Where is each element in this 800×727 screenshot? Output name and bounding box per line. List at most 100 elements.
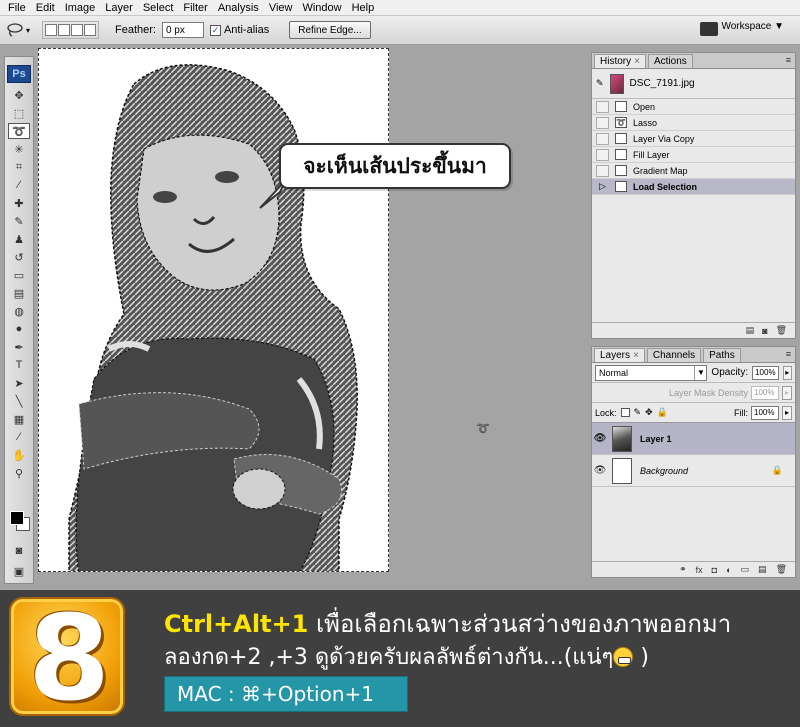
history-brush-source-box[interactable] <box>596 164 609 177</box>
fill-slider-button[interactable]: ▸ <box>782 405 792 420</box>
lasso-tool-icon[interactable]: ➰ <box>8 123 30 139</box>
new-document-icon[interactable]: ▤ <box>746 325 755 336</box>
lock-transparency-icon[interactable] <box>620 408 630 417</box>
healing-brush-tool-icon[interactable]: ✚ <box>8 195 30 211</box>
history-brush-source-box[interactable] <box>596 148 609 161</box>
history-step[interactable]: Gradient Map <box>592 163 795 179</box>
tab-layers[interactable]: Layers × <box>594 348 645 362</box>
hand-tool-icon[interactable]: ✋ <box>8 447 30 463</box>
lock-position-icon[interactable]: ✥ <box>645 407 653 418</box>
mask-density-row: Layer Mask Density 100% ▸ <box>592 383 795 403</box>
new-selection-icon[interactable] <box>45 24 57 36</box>
eraser-tool-icon[interactable]: ▭ <box>8 267 30 283</box>
lock-all-icon[interactable]: 🔒 <box>657 407 668 418</box>
eye-icon[interactable]: 👁 <box>592 433 608 444</box>
bridge-icon[interactable] <box>700 22 718 36</box>
gradient-tool-icon[interactable]: ▤ <box>8 285 30 301</box>
mask-density-label: Layer Mask Density <box>668 387 748 398</box>
layer-row[interactable]: 👁 Background 🔒 <box>592 455 795 487</box>
layer-style-icon[interactable]: fx <box>696 565 703 575</box>
marquee-tool-icon[interactable]: ⬚ <box>8 105 30 121</box>
tab-history[interactable]: History × <box>594 54 646 68</box>
mac-shortcut-text: MAC : ⌘+Option+1 <box>177 682 374 706</box>
document-canvas[interactable] <box>38 48 389 572</box>
eyedropper-tool-icon[interactable]: ⁄ <box>8 177 30 193</box>
antialias-checkbox[interactable]: ✓ <box>209 24 221 36</box>
tool-preset-picker[interactable]: ▾ <box>6 20 36 40</box>
notes-tool-icon[interactable]: ▦ <box>8 411 30 427</box>
opacity-slider-button[interactable]: ▸ <box>782 365 792 380</box>
history-step[interactable]: Layer Via Copy <box>592 131 795 147</box>
add-selection-icon[interactable] <box>58 24 70 36</box>
feather-input[interactable] <box>161 22 204 38</box>
quick-mask-icon[interactable]: ◙ <box>8 543 30 559</box>
blend-mode-select[interactable]: Normal ▼ <box>595 364 708 381</box>
camera-icon[interactable]: ◙ <box>762 326 767 336</box>
menu-filter[interactable]: Filter <box>179 2 213 14</box>
close-icon[interactable]: × <box>634 56 640 67</box>
menu-edit[interactable]: Edit <box>32 2 61 14</box>
menu-file[interactable]: File <box>4 2 32 14</box>
history-step[interactable]: Open <box>592 99 795 115</box>
close-icon[interactable]: × <box>633 350 639 361</box>
intersect-selection-icon[interactable] <box>84 24 96 36</box>
history-step[interactable]: Fill Layer <box>592 147 795 163</box>
clone-stamp-tool-icon[interactable]: ♟ <box>8 231 30 247</box>
menu-window[interactable]: Window <box>298 2 347 14</box>
instruction-text-2b: ) <box>633 645 649 670</box>
menu-analysis[interactable]: Analysis <box>214 2 265 14</box>
group-icon[interactable]: ▭ <box>741 564 750 575</box>
history-brush-tool-icon[interactable]: ↺ <box>8 249 30 265</box>
screen-mode-icon[interactable]: ▣ <box>8 563 30 579</box>
panel-menu-icon[interactable]: ≡ <box>786 349 791 359</box>
history-snapshot[interactable]: ✎ DSC_7191.jpg <box>592 69 795 99</box>
tab-paths[interactable]: Paths <box>703 348 741 362</box>
adjustment-layer-icon[interactable]: ◐ <box>726 565 731 575</box>
zoom-tool-icon[interactable]: ⚲ <box>8 465 30 481</box>
layer-row[interactable]: 👁 Layer 1 <box>592 423 795 455</box>
history-brush-source-box[interactable] <box>596 116 609 129</box>
history-step-active[interactable]: ▷ Load Selection <box>592 179 795 195</box>
mask-density-slider-button[interactable]: ▸ <box>782 385 792 400</box>
mask-density-input[interactable]: 100% <box>751 385 779 400</box>
history-brush-source-box[interactable] <box>596 100 609 113</box>
pen-tool-icon[interactable]: ✒ <box>8 339 30 355</box>
workspace-switcher[interactable]: Workspace ▼ <box>721 21 784 32</box>
blur-tool-icon[interactable]: ◍ <box>8 303 30 319</box>
trash-icon[interactable]: 🗑 <box>776 325 787 336</box>
menu-view[interactable]: View <box>265 2 299 14</box>
panel-menu-icon[interactable]: ≡ <box>786 55 791 65</box>
type-tool-icon[interactable]: T <box>8 357 30 373</box>
fill-input[interactable]: 100% <box>751 405 779 420</box>
lock-pixels-icon[interactable]: ✎ <box>634 407 642 418</box>
menu-help[interactable]: Help <box>348 2 381 14</box>
instruction-text-1: เพื่อเลือกเฉพาะส่วนสว่างของภาพออกมา <box>308 610 732 638</box>
brush-tool-icon[interactable]: ✎ <box>8 213 30 229</box>
menu-select[interactable]: Select <box>139 2 180 14</box>
tab-actions[interactable]: Actions <box>647 54 693 68</box>
dodge-tool-icon[interactable]: ● <box>8 321 30 337</box>
move-tool-icon[interactable]: ✥ <box>8 87 30 103</box>
layer-mask-icon[interactable]: ◘ <box>712 565 717 575</box>
tab-channels[interactable]: Channels <box>646 348 702 362</box>
eye-icon[interactable]: 👁 <box>592 465 608 476</box>
snapshot-thumbnail <box>609 73 624 94</box>
new-layer-icon[interactable]: ▤ <box>758 564 767 575</box>
foreground-color-swatch[interactable] <box>10 511 24 525</box>
magic-wand-tool-icon[interactable]: ✳ <box>8 141 30 157</box>
history-brush-source-box[interactable] <box>596 132 609 145</box>
eyedropper2-tool-icon[interactable]: ⁄ <box>8 429 30 445</box>
subtract-selection-icon[interactable] <box>71 24 83 36</box>
link-layers-icon[interactable]: ⚭ <box>679 564 687 575</box>
history-step[interactable]: ➰ Lasso <box>592 115 795 131</box>
menu-layer[interactable]: Layer <box>101 2 139 14</box>
menu-image[interactable]: Image <box>61 2 102 14</box>
opacity-input[interactable]: 100% <box>752 365 779 380</box>
path-selection-tool-icon[interactable]: ➤ <box>8 375 30 391</box>
trash-icon[interactable]: 🗑 <box>776 564 787 575</box>
refine-edge-button[interactable]: Refine Edge... <box>289 21 371 39</box>
crop-tool-icon[interactable]: ⌗ <box>8 159 30 175</box>
brush-source-icon: ✎ <box>596 78 604 88</box>
line-tool-icon[interactable]: ╲ <box>8 393 30 409</box>
opacity-label: Opacity: <box>711 367 749 378</box>
